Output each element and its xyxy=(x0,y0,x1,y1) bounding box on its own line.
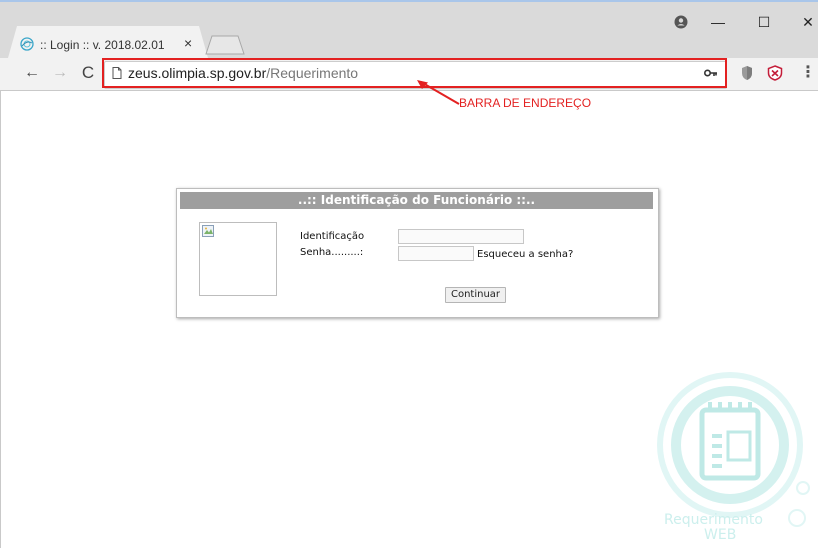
ublock-extension-icon[interactable] xyxy=(767,65,783,81)
titlebar-accent xyxy=(0,0,818,2)
forward-button[interactable]: → xyxy=(50,63,70,83)
broken-image-icon xyxy=(202,225,214,237)
login-title: ..:: Identificação do Funcionário ::.. xyxy=(180,192,653,209)
profile-icon[interactable] xyxy=(669,10,693,34)
shield-extension-icon[interactable] xyxy=(741,65,753,81)
continue-button[interactable]: Continuar xyxy=(445,287,506,303)
watermark-text-line1: Requerimento xyxy=(664,512,763,528)
tab-close-icon[interactable]: × xyxy=(184,35,192,51)
minimize-button[interactable]: — xyxy=(706,10,730,34)
senha-label: Senha.........: xyxy=(300,247,364,258)
annotation-arrow-icon xyxy=(417,80,460,105)
site-favicon-icon xyxy=(20,37,34,51)
forgot-password-link[interactable]: Esqueceu a senha? xyxy=(477,249,573,260)
back-button[interactable]: ← xyxy=(22,63,42,83)
watermark-text-line2: WEB xyxy=(704,527,737,543)
browser-menu-icon[interactable]: ⋮ xyxy=(800,64,816,84)
annotation-label: BARRA DE ENDEREÇO xyxy=(459,96,592,110)
close-window-button[interactable]: ✕ xyxy=(796,10,818,34)
new-tab-button[interactable] xyxy=(204,35,246,55)
identificacao-input[interactable] xyxy=(398,229,524,244)
reload-button[interactable]: C xyxy=(78,63,98,83)
maximize-button[interactable]: ☐ xyxy=(752,10,776,34)
senha-input[interactable] xyxy=(398,246,474,261)
content-border xyxy=(0,91,1,548)
tab-title: :: Login :: v. 2018.02.01 xyxy=(40,38,165,52)
identificacao-label: Identificação xyxy=(300,231,365,242)
